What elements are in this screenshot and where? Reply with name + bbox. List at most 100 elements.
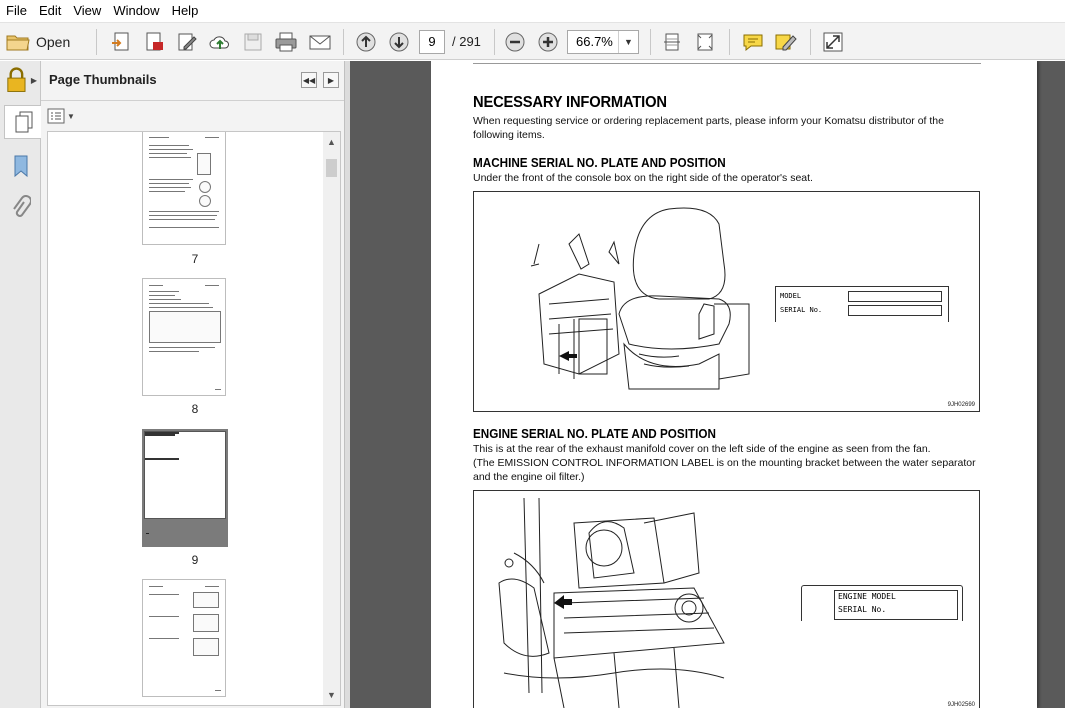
plate-model-field — [848, 291, 942, 302]
plate-serial-field — [848, 305, 942, 316]
lock-icon — [7, 67, 26, 92]
save-button[interactable] — [240, 28, 266, 56]
menu-window[interactable]: Window — [107, 0, 165, 22]
lock-button[interactable]: ▶ — [4, 63, 37, 97]
thumbnail-options-button[interactable]: ▼ — [47, 106, 75, 126]
cloud-upload-icon — [209, 36, 229, 49]
engine-plate-figure: ENGINE MODEL SERIAL No. 9JH02560 — [473, 490, 980, 708]
machine-plate-figure: MODEL SERIAL No. 9JH02699 — [473, 191, 980, 412]
engine-serial-plate: ENGINE MODEL SERIAL No. — [801, 585, 963, 621]
page-heading: NECESSARY INFORMATION — [473, 94, 667, 111]
save-icon — [244, 33, 262, 51]
scroll-up-icon[interactable]: ▲ — [323, 134, 340, 150]
bookmark-icon — [14, 155, 27, 178]
zoom-in-button[interactable] — [535, 28, 561, 56]
plus-circle-icon — [538, 32, 558, 52]
engine-illustration — [498, 497, 725, 708]
intro-text: When requesting service or ordering repl… — [473, 115, 944, 141]
zoom-out-button[interactable] — [502, 28, 528, 56]
thumbnail-page-7[interactable] — [142, 132, 226, 245]
open-button[interactable]: Open — [6, 28, 86, 56]
caret-right-icon: ▶ — [30, 75, 37, 85]
menu-file[interactable]: File — [0, 0, 33, 22]
document-page: NECESSARY INFORMATION When requesting se… — [431, 61, 1037, 708]
options-list-icon — [47, 108, 65, 124]
thumbnail-scrollbar[interactable]: ▲ ▼ — [323, 132, 340, 705]
thumbnail-list[interactable]: 7 8 9 ▲ ▼ — [47, 131, 341, 706]
next-page-button[interactable] — [386, 28, 412, 56]
expand-icon — [823, 32, 843, 52]
arrow-up-circle-icon — [356, 32, 376, 52]
create-pdf-icon — [112, 32, 129, 51]
section1-text: Under the front of the console box on th… — [473, 172, 813, 184]
menu-edit[interactable]: Edit — [33, 0, 67, 22]
section2-text2: (The EMISSION CONTROL INFORMATION LABEL … — [473, 457, 976, 483]
paperclip-icon — [12, 195, 31, 217]
figure2-code: 9JH02560 — [947, 702, 975, 708]
highlight-button[interactable] — [772, 28, 800, 56]
print-button[interactable] — [272, 28, 300, 56]
fit-width-icon — [664, 33, 680, 51]
email-button[interactable] — [306, 28, 334, 56]
menu-help[interactable]: Help — [166, 0, 205, 22]
minus-circle-icon — [505, 32, 525, 52]
scroll-down-icon[interactable]: ▼ — [323, 687, 340, 703]
highlighter-icon — [775, 34, 797, 51]
comment-button[interactable] — [739, 28, 767, 56]
printer-icon — [275, 32, 297, 52]
expand-panel-button[interactable]: ▶ — [323, 72, 339, 88]
speech-bubble-icon — [743, 34, 763, 52]
document-view[interactable]: NECESSARY INFORMATION When requesting se… — [350, 61, 1065, 708]
full-screen-button[interactable] — [820, 28, 846, 56]
header-rule — [473, 63, 981, 64]
envelope-icon — [309, 35, 331, 50]
page-total: / 291 — [452, 34, 481, 49]
panel-header: Page Thumbnails ◀◀ ▶ — [41, 61, 344, 101]
attachments-button[interactable] — [4, 191, 37, 225]
edit-pdf-button[interactable] — [174, 28, 200, 56]
pdf-export-icon — [146, 32, 163, 51]
page-thumbnails-button[interactable] — [4, 105, 42, 139]
bookmarks-button[interactable] — [4, 149, 37, 183]
page-number-input[interactable]: 9 — [419, 30, 445, 54]
cloud-upload-button[interactable] — [207, 28, 233, 56]
figure1-code: 9JH02699 — [947, 402, 975, 408]
thumbnail-label-9: 9 — [191, 553, 199, 567]
thumbnail-label-8: 8 — [191, 402, 199, 416]
plate-model-label: MODEL — [780, 292, 802, 300]
section2-title: ENGINE SERIAL NO. PLATE AND POSITION — [473, 426, 716, 441]
menu-bar: File Edit View Window Help — [0, 0, 1065, 22]
thumbnail-page-9-selected[interactable] — [142, 429, 228, 547]
thumbnail-page-8[interactable] — [142, 278, 226, 396]
menu-view[interactable]: View — [67, 0, 107, 22]
section2-text1: This is at the rear of the exhaust manif… — [473, 443, 931, 455]
export-pdf-button[interactable] — [141, 28, 167, 56]
navigation-pane-strip: ▶ — [0, 61, 42, 708]
edit-icon — [178, 33, 197, 51]
engine-serial-label: SERIAL No. — [838, 605, 887, 614]
chevron-down-icon[interactable]: ▼ — [618, 31, 638, 53]
toolbar: Open 9 / 291 66.7% ▼ — [0, 22, 1065, 60]
chevron-down-icon: ▼ — [67, 111, 75, 121]
open-label: Open — [36, 34, 71, 50]
fit-page-icon — [697, 33, 713, 51]
previous-page-button[interactable] — [353, 28, 379, 56]
zoom-select[interactable]: 66.7% ▼ — [567, 30, 639, 54]
thumbnail-page-10[interactable] — [142, 579, 226, 697]
page-thumbnails-panel: Page Thumbnails ◀◀ ▶ ▼ 7 8 9 ▲ ▼ — [41, 61, 344, 708]
section1-title: MACHINE SERIAL NO. PLATE AND POSITION — [473, 155, 726, 170]
thumbnail-label-7: 7 — [191, 252, 199, 266]
plate-serial-label: SERIAL No. — [780, 306, 823, 314]
arrow-down-circle-icon — [389, 32, 409, 52]
fit-page-button[interactable] — [692, 28, 718, 56]
panel-title: Page Thumbnails — [49, 72, 157, 87]
engine-model-label: ENGINE MODEL — [838, 592, 896, 601]
operator-seat-illustration — [530, 207, 750, 390]
scrolling-mode-button[interactable] — [659, 28, 685, 56]
folder-icon — [6, 35, 30, 51]
collapse-panel-button[interactable]: ◀◀ — [301, 72, 317, 88]
scrollbar-thumb[interactable] — [326, 159, 337, 177]
zoom-value: 66.7% — [576, 34, 613, 49]
create-pdf-button[interactable] — [108, 28, 134, 56]
pages-icon — [15, 111, 32, 133]
